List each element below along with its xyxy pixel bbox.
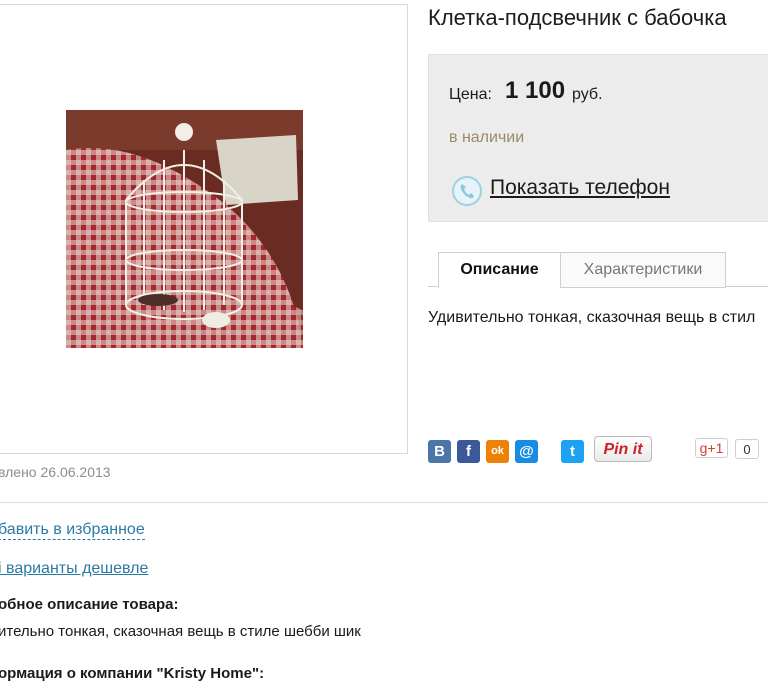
birdcage-image (66, 110, 303, 348)
google-plus-count: 0 (735, 439, 759, 459)
vk-share-icon[interactable]: В (428, 440, 451, 463)
product-title: Клетка-подсвечник с бабочка (428, 5, 727, 30)
phone-icon[interactable] (451, 175, 483, 207)
google-plus-button[interactable]: g+1 (695, 438, 728, 458)
twitter-share-icon[interactable]: t (561, 440, 584, 463)
tab-characteristics[interactable]: Характеристики (560, 252, 726, 288)
company-heading: ормация о компании "Kristy Home": (0, 665, 265, 682)
price-label: Цена: (449, 86, 492, 103)
section-divider (0, 502, 768, 503)
show-phone-link[interactable]: Показать телефон (490, 176, 670, 200)
updated-date: влено 26.06.2013 (0, 464, 111, 480)
add-to-favorites-link[interactable]: бавить в избранное (0, 521, 145, 540)
description-text: Удивительно тонкая, сказочная вещь в сти… (428, 309, 756, 326)
availability-status: в наличии (449, 129, 525, 146)
odnoklassniki-share-icon[interactable]: ok (486, 440, 509, 463)
price-value: 1 100 (505, 77, 566, 104)
price-unit: руб. (572, 86, 603, 103)
mail-share-icon[interactable]: @ (515, 440, 538, 463)
tab-description[interactable]: Описание (438, 252, 561, 288)
cheaper-options-link[interactable]: і варианты дешевле (0, 560, 148, 578)
pinterest-button[interactable]: Pin it (594, 436, 652, 462)
description-heading: обное описание товара: (0, 596, 179, 613)
description-body: ительно тонкая, сказочная вещь в стиле ш… (0, 623, 361, 640)
product-photo[interactable] (66, 110, 303, 348)
facebook-share-icon[interactable]: f (457, 440, 480, 463)
